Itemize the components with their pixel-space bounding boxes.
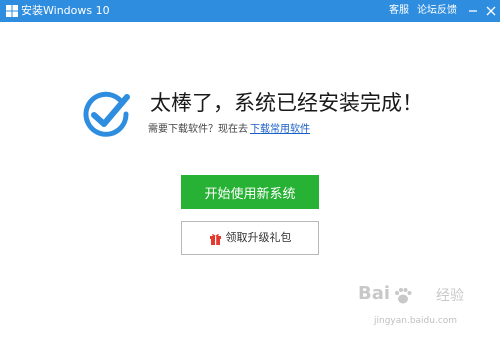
gift-icon (209, 233, 221, 245)
windows-logo-icon (6, 5, 18, 17)
watermark-logo-text: Bai (358, 283, 391, 304)
close-icon[interactable] (484, 2, 498, 20)
completion-headline: 太棒了，系统已经安装完成！ (150, 91, 423, 115)
start-new-system-button[interactable]: 开始使用新系统 (181, 175, 319, 209)
forum-feedback-link[interactable]: 论坛反馈 (417, 4, 457, 18)
window-title: 安装Windows 10 (21, 4, 110, 17)
download-software-link[interactable]: 下载常用软件 (250, 124, 310, 135)
minimize-icon[interactable] (466, 2, 480, 20)
baidu-paw-icon (395, 288, 412, 304)
watermark-jingyan-text: 经验 (436, 288, 464, 304)
title-bar: 安装Windows 10 客服 论坛反馈 (0, 0, 500, 22)
claim-upgrade-gift-button[interactable]: 领取升级礼包 (181, 221, 319, 255)
customer-service-link[interactable]: 客服 (389, 4, 409, 18)
baidu-watermark: Bai 经验 jingyan.baidu.com (358, 283, 496, 338)
download-prompt: 需要下载软件？现在去 下载常用软件 (148, 123, 310, 137)
download-prompt-text: 需要下载软件？现在去 (148, 124, 248, 135)
watermark-url: jingyan.baidu.com (374, 316, 458, 326)
gift-button-label: 领取升级礼包 (225, 231, 292, 244)
check-circle-icon (83, 91, 130, 137)
